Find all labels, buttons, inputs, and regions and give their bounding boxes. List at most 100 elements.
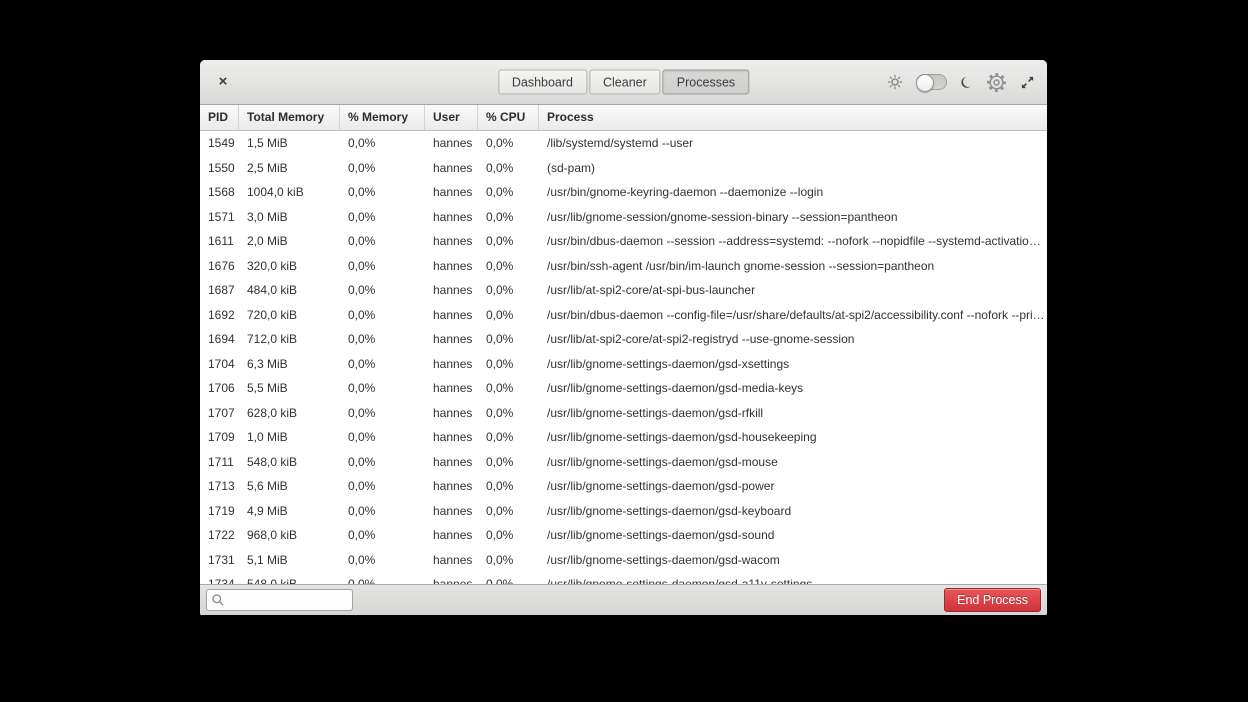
process-row[interactable]: 17135,6 MiB0,0%hannes0,0%/usr/lib/gnome-… [200, 474, 1047, 499]
column-header-memory-pct[interactable]: % Memory [340, 105, 425, 130]
cell-pid: 1692 [200, 303, 239, 328]
cell-memory-pct: 0,0% [340, 523, 425, 548]
cell-memory-pct: 0,0% [340, 572, 425, 584]
header-actions [887, 60, 1035, 104]
switch-knob [916, 74, 934, 92]
cell-memory-pct: 0,0% [340, 254, 425, 279]
process-row[interactable]: 15681004,0 kiB0,0%hannes0,0%/usr/bin/gno… [200, 180, 1047, 205]
process-row[interactable]: 1694712,0 kiB0,0%hannes0,0%/usr/lib/at-s… [200, 327, 1047, 352]
process-row[interactable]: 17315,1 MiB0,0%hannes0,0%/usr/lib/gnome-… [200, 548, 1047, 573]
process-row[interactable]: 17065,5 MiB0,0%hannes0,0%/usr/lib/gnome-… [200, 376, 1047, 401]
cell-memory: 548,0 kiB [239, 450, 340, 475]
tab-cleaner[interactable]: Cleaner [589, 70, 661, 95]
cell-memory-pct: 0,0% [340, 327, 425, 352]
search-box [206, 589, 353, 611]
cell-pid: 1687 [200, 278, 239, 303]
cell-user: hannes [425, 327, 478, 352]
cell-process: /lib/systemd/systemd --user [539, 131, 1047, 156]
footer-bar: End Process [200, 584, 1047, 615]
cell-memory: 5,5 MiB [239, 376, 340, 401]
cell-pid: 1571 [200, 205, 239, 230]
process-row[interactable]: 15713,0 MiB0,0%hannes0,0%/usr/lib/gnome-… [200, 205, 1047, 230]
cell-memory-pct: 0,0% [340, 156, 425, 181]
cell-user: hannes [425, 425, 478, 450]
cell-user: hannes [425, 474, 478, 499]
cell-pid: 1731 [200, 548, 239, 573]
cell-memory: 720,0 kiB [239, 303, 340, 328]
cell-user: hannes [425, 254, 478, 279]
cell-process: /usr/lib/gnome-settings-daemon/gsd-power [539, 474, 1047, 499]
cell-user: hannes [425, 352, 478, 377]
cell-pid: 1694 [200, 327, 239, 352]
cell-memory: 968,0 kiB [239, 523, 340, 548]
cell-pid: 1719 [200, 499, 239, 524]
cell-process: /usr/lib/gnome-settings-daemon/gsd-rfkil… [539, 401, 1047, 426]
cell-process: /usr/lib/gnome-settings-daemon/gsd-wacom [539, 548, 1047, 573]
process-row[interactable]: 1687484,0 kiB0,0%hannes0,0%/usr/lib/at-s… [200, 278, 1047, 303]
cell-pid: 1549 [200, 131, 239, 156]
column-header-pid[interactable]: PID [200, 105, 239, 130]
tab-dashboard[interactable]: Dashboard [498, 70, 587, 95]
process-row[interactable]: 1734548,0 kiB0,0%hannes0,0%/usr/lib/gnom… [200, 572, 1047, 584]
process-row[interactable]: 1722968,0 kiB0,0%hannes0,0%/usr/lib/gnom… [200, 523, 1047, 548]
cell-memory: 628,0 kiB [239, 401, 340, 426]
cell-pid: 1707 [200, 401, 239, 426]
cell-process: /usr/lib/gnome-settings-daemon/gsd-mouse [539, 450, 1047, 475]
column-header-cpu[interactable]: % CPU [478, 105, 539, 130]
headerbar: × Dashboard Cleaner Processes [200, 60, 1047, 105]
dark-mode-switch[interactable] [916, 74, 947, 90]
cell-cpu: 0,0% [478, 352, 539, 377]
cell-user: hannes [425, 156, 478, 181]
cell-pid: 1734 [200, 572, 239, 584]
process-row[interactable]: 17046,3 MiB0,0%hannes0,0%/usr/lib/gnome-… [200, 352, 1047, 377]
cell-user: hannes [425, 499, 478, 524]
column-header-user[interactable]: User [425, 105, 478, 130]
cell-process: /usr/lib/at-spi2-core/at-spi-bus-launche… [539, 278, 1047, 303]
cell-user: hannes [425, 205, 478, 230]
cell-memory: 2,0 MiB [239, 229, 340, 254]
process-row[interactable]: 1711548,0 kiB0,0%hannes0,0%/usr/lib/gnom… [200, 450, 1047, 475]
cell-process: /usr/lib/gnome-settings-daemon/gsd-keybo… [539, 499, 1047, 524]
column-header-memory[interactable]: Total Memory [239, 105, 340, 130]
process-row[interactable]: 15491,5 MiB0,0%hannes0,0%/lib/systemd/sy… [200, 131, 1047, 156]
cell-user: hannes [425, 401, 478, 426]
cell-pid: 1706 [200, 376, 239, 401]
cell-memory-pct: 0,0% [340, 401, 425, 426]
cell-user: hannes [425, 572, 478, 584]
cell-cpu: 0,0% [478, 205, 539, 230]
process-row[interactable]: 15502,5 MiB0,0%hannes0,0%(sd-pam) [200, 156, 1047, 181]
cell-cpu: 0,0% [478, 229, 539, 254]
process-row[interactable]: 17091,0 MiB0,0%hannes0,0%/usr/lib/gnome-… [200, 425, 1047, 450]
cell-memory-pct: 0,0% [340, 474, 425, 499]
cell-process: /usr/lib/gnome-session/gnome-session-bin… [539, 205, 1047, 230]
cell-user: hannes [425, 131, 478, 156]
cell-memory: 5,1 MiB [239, 548, 340, 573]
cell-process: (sd-pam) [539, 156, 1047, 181]
cell-process: /usr/lib/gnome-settings-daemon/gsd-sound [539, 523, 1047, 548]
cell-cpu: 0,0% [478, 548, 539, 573]
cell-user: hannes [425, 303, 478, 328]
cell-cpu: 0,0% [478, 425, 539, 450]
tab-processes[interactable]: Processes [663, 70, 749, 95]
column-header-process[interactable]: Process [539, 105, 1047, 130]
moon-icon [958, 73, 975, 90]
cell-process: /usr/bin/gnome-keyring-daemon --daemoniz… [539, 180, 1047, 205]
cell-memory-pct: 0,0% [340, 425, 425, 450]
search-input[interactable] [206, 589, 353, 611]
cell-pid: 1722 [200, 523, 239, 548]
cell-process: /usr/lib/at-spi2-core/at-spi2-registryd … [539, 327, 1047, 352]
process-row[interactable]: 1676320,0 kiB0,0%hannes0,0%/usr/bin/ssh-… [200, 254, 1047, 279]
cell-user: hannes [425, 229, 478, 254]
process-row[interactable]: 1707628,0 kiB0,0%hannes0,0%/usr/lib/gnom… [200, 401, 1047, 426]
gear-icon[interactable] [986, 72, 1007, 93]
close-button[interactable]: × [208, 67, 238, 97]
process-row[interactable]: 16112,0 MiB0,0%hannes0,0%/usr/bin/dbus-d… [200, 229, 1047, 254]
process-row[interactable]: 1692720,0 kiB0,0%hannes0,0%/usr/bin/dbus… [200, 303, 1047, 328]
cell-memory: 2,5 MiB [239, 156, 340, 181]
process-row[interactable]: 17194,9 MiB0,0%hannes0,0%/usr/lib/gnome-… [200, 499, 1047, 524]
end-process-button[interactable]: End Process [944, 588, 1041, 612]
table-body: 15491,5 MiB0,0%hannes0,0%/lib/systemd/sy… [200, 131, 1047, 584]
expand-icon[interactable] [1020, 75, 1035, 90]
cell-user: hannes [425, 548, 478, 573]
cell-memory-pct: 0,0% [340, 303, 425, 328]
